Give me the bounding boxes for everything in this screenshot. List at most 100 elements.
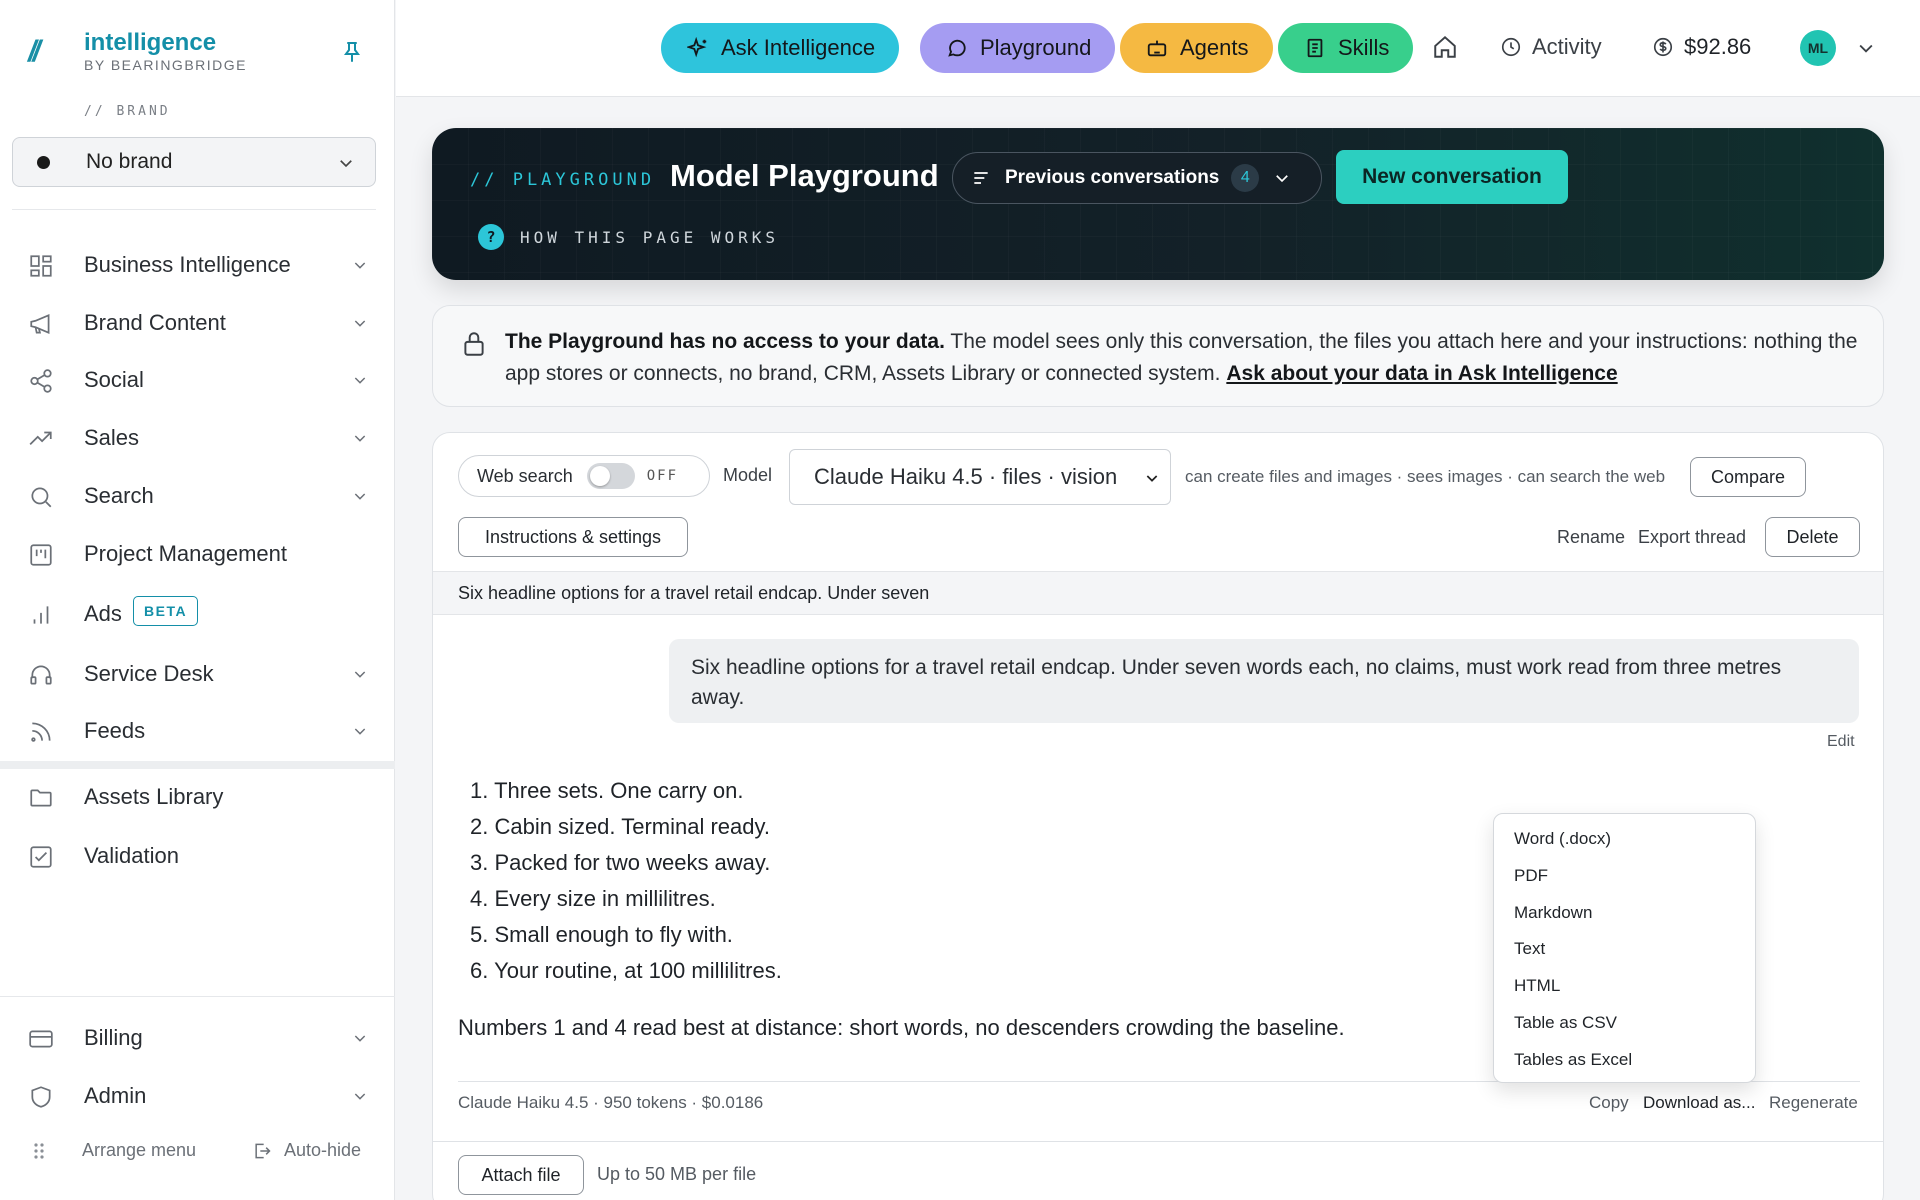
model-label: Model (723, 465, 773, 485)
megaphone-icon (30, 314, 50, 334)
sidebar-item-social[interactable]: Social (0, 358, 395, 402)
chevron-down-icon (354, 1035, 366, 1042)
divider (12, 209, 376, 210)
clock-icon (1501, 37, 1521, 57)
web-search-toggle[interactable]: Web search OFF (458, 455, 710, 497)
divider (433, 1141, 1883, 1142)
delete-button[interactable]: Delete (1765, 517, 1860, 557)
attach-file-button[interactable]: Attach file (458, 1155, 584, 1195)
logo-mark: // (28, 35, 41, 68)
menu-item-word[interactable]: Word (.docx) (1514, 829, 1611, 849)
attach-hint: Up to 50 MB per file (597, 1164, 757, 1184)
export-thread-button[interactable]: Export thread (1638, 527, 1746, 548)
model-select[interactable]: Claude Haiku 4.5 · files · vision (789, 449, 1171, 505)
pin-icon[interactable] (340, 40, 364, 64)
sidebar-item-billing[interactable]: Billing (0, 1016, 395, 1060)
hero-grid-pattern (432, 128, 1884, 280)
grid-icon (30, 255, 52, 277)
edit-message-button[interactable]: Edit (1827, 733, 1855, 751)
list-item: 1. Three sets. One carry on. (470, 778, 744, 803)
menu-item-excel[interactable]: Tables as Excel (1514, 1050, 1632, 1070)
assistant-answer-note: Numbers 1 and 4 read best at distance: s… (458, 1015, 1345, 1040)
playground-button[interactable]: Playground (920, 23, 1116, 73)
menu-item-csv[interactable]: Table as CSV (1514, 1013, 1617, 1033)
sidebar-item-brand-content[interactable]: Brand Content (0, 301, 395, 345)
copy-button[interactable]: Copy (1589, 1093, 1629, 1113)
chevron-down-icon (354, 493, 366, 500)
ask-intelligence-label: Ask Intelligence (721, 35, 876, 60)
sidebar-item-label: Business Intelligence (84, 252, 291, 277)
list-item: 6. Your routine, at 100 millilitres. (470, 958, 782, 983)
chevron-down-icon[interactable] (1856, 38, 1876, 58)
skills-button[interactable]: Skills (1278, 23, 1414, 73)
skills-label: Skills (1338, 35, 1390, 60)
list-icon (974, 172, 988, 184)
trend-icon (29, 431, 52, 446)
activity-link[interactable]: Activity (1500, 34, 1602, 60)
balance-link[interactable]: $92.86 (1652, 34, 1751, 60)
menu-item-text[interactable]: Text (1514, 939, 1545, 959)
sidebar-item-label: Validation (84, 843, 179, 868)
top-bar: Ask Intelligence Playground Agents Skill… (396, 0, 1920, 97)
response-meta: Claude Haiku 4.5 · 950 tokens · $0.0186 (458, 1093, 764, 1112)
sidebar-item-label: Social (84, 367, 144, 392)
compare-button[interactable]: Compare (1690, 457, 1806, 497)
lock-icon (464, 332, 484, 356)
sidebar-item-project-management[interactable]: Project Management (0, 532, 395, 576)
how-this-page-works-link[interactable]: ? HOW THIS PAGE WORKS (478, 224, 779, 250)
page-title: Model Playground (670, 158, 939, 193)
user-message: Six headline options for a travel retail… (669, 639, 1859, 723)
toggle-switch[interactable] (586, 463, 635, 489)
help-icon: ? (478, 224, 504, 250)
menu-item-pdf[interactable]: PDF (1514, 866, 1548, 886)
list-item: 4. Every size in millilitres. (470, 886, 716, 911)
brand-select[interactable]: No brand (12, 137, 376, 187)
sidebar-item-admin[interactable]: Admin (0, 1074, 395, 1118)
app-logo[interactable]: // intelligence BY BEARINGBRIDGE (28, 30, 247, 74)
sidebar-item-search[interactable]: Search (0, 474, 395, 518)
toggle-knob (589, 466, 610, 486)
menu-item-markdown[interactable]: Markdown (1514, 903, 1592, 923)
model-capabilities: can create files and images · sees image… (1185, 467, 1666, 486)
chevron-down-icon (354, 377, 366, 384)
sidebar-item-label: Billing (84, 1025, 143, 1050)
assistant-answer-list: 1. Three sets. One carry on. 2. Cabin si… (470, 773, 782, 989)
bar-chart-icon (33, 606, 49, 624)
new-conversation-button[interactable]: New conversation (1336, 150, 1568, 204)
sidebar-item-feeds[interactable]: Feeds (0, 709, 395, 753)
notice-bold: The Playground has no access to your dat… (505, 330, 945, 353)
sidebar-item-validation[interactable]: Validation (0, 834, 395, 878)
agents-button[interactable]: Agents (1120, 23, 1273, 73)
arrange-menu-label: Arrange menu (82, 1140, 197, 1160)
instructions-settings-button[interactable]: Instructions & settings (458, 517, 688, 557)
web-search-label: Web search (477, 465, 573, 486)
download-as-button[interactable]: Download as... (1643, 1093, 1755, 1113)
sidebar-item-label: Admin (84, 1083, 147, 1108)
sidebar-item-ads[interactable]: Ads BETA (0, 592, 395, 636)
ask-intelligence-button[interactable]: Ask Intelligence (661, 23, 900, 73)
sidebar-item-label: Ads (84, 601, 122, 626)
playground-hero: // PLAYGROUND Model Playground Previous … (432, 128, 1884, 280)
sidebar-item-service-desk[interactable]: Service Desk (0, 652, 395, 696)
auto-hide-button[interactable]: Auto-hide (252, 1140, 361, 1161)
sidebar-item-label: Sales (84, 425, 140, 450)
sidebar-item-business-intelligence[interactable]: Business Intelligence (0, 243, 395, 287)
list-item: 5. Small enough to fly with. (470, 922, 733, 947)
drag-handle-icon (34, 1142, 44, 1159)
arrange-menu-button[interactable]: Arrange menu (32, 1140, 196, 1161)
share-icon (30, 369, 52, 393)
home-icon[interactable] (1432, 34, 1458, 60)
ask-about-data-link[interactable]: Ask about your data in Ask Intelligence (1226, 362, 1617, 385)
brand-dot-icon (37, 155, 50, 169)
regenerate-button[interactable]: Regenerate (1769, 1093, 1858, 1113)
sidebar-item-assets-library[interactable]: Assets Library (0, 775, 395, 819)
sidebar-item-label: Search (84, 483, 154, 508)
brand-label: // BRAND (84, 104, 171, 119)
previous-conversations-button[interactable]: Previous conversations 4 (952, 152, 1322, 204)
sidebar-item-label: Project Management (84, 541, 287, 566)
avatar[interactable]: ML (1800, 30, 1836, 66)
rename-button[interactable]: Rename (1557, 527, 1625, 548)
headset-icon (30, 665, 52, 685)
sidebar-item-sales[interactable]: Sales (0, 416, 395, 460)
menu-item-html[interactable]: HTML (1514, 976, 1560, 996)
